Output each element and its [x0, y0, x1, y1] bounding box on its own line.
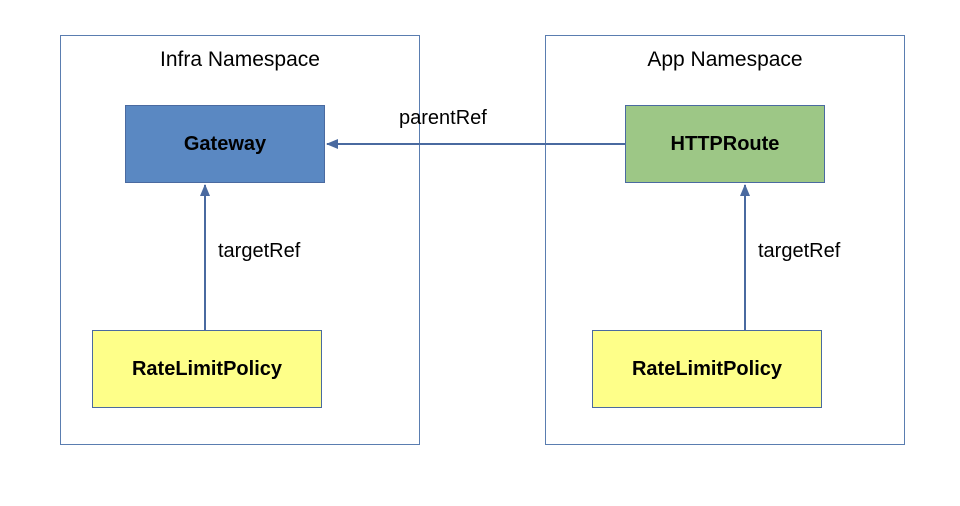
targetref-infra-label: targetRef: [218, 240, 300, 263]
gateway-node: Gateway: [125, 105, 325, 183]
infra-namespace-title: Infra Namespace: [61, 48, 419, 72]
rlp-app-node: RateLimitPolicy: [592, 330, 822, 408]
gateway-label: Gateway: [184, 133, 266, 156]
targetref-app-label: targetRef: [758, 240, 840, 263]
parentref-label: parentRef: [399, 107, 487, 130]
rlp-infra-node: RateLimitPolicy: [92, 330, 322, 408]
httproute-node: HTTPRoute: [625, 105, 825, 183]
httproute-label: HTTPRoute: [671, 133, 780, 156]
rlp-infra-label: RateLimitPolicy: [132, 358, 282, 381]
app-namespace-title: App Namespace: [546, 48, 904, 72]
rlp-app-label: RateLimitPolicy: [632, 358, 782, 381]
